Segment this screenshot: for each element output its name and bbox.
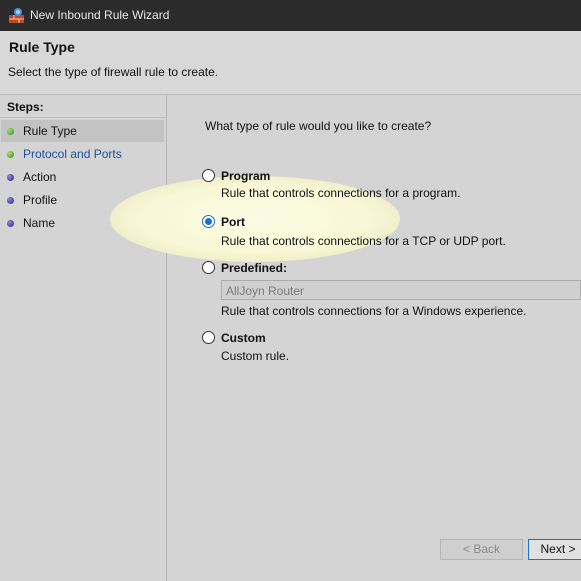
step-label: Name (23, 216, 56, 230)
steps-heading-bar: Steps: (0, 95, 166, 118)
port-option-description: Rule that controls connections for a TCP… (221, 234, 506, 248)
predefined-rule-value: AllJoyn Router (226, 284, 305, 298)
program-option-label[interactable]: Program (221, 169, 270, 183)
port-radio[interactable] (202, 215, 215, 228)
window-titlebar[interactable]: New Inbound Rule Wizard (0, 0, 581, 31)
predefined-option-description: Rule that controls connections for a Win… (221, 304, 527, 318)
step-rule-type[interactable]: Rule Type (1, 120, 164, 142)
program-option-description: Rule that controls connections for a pro… (221, 186, 461, 200)
rule-type-question: What type of rule would you like to crea… (205, 119, 432, 133)
predefined-rule-select[interactable]: AllJoyn Router (221, 280, 581, 300)
predefined-option-label[interactable]: Predefined: (221, 261, 287, 275)
step-label: Protocol and Ports (23, 147, 122, 161)
back-button[interactable]: < Back (440, 539, 523, 560)
step-label: Action (23, 170, 57, 184)
step-label: Rule Type (23, 124, 77, 138)
step-pending-icon (7, 197, 14, 204)
step-pending-icon (7, 174, 14, 181)
steps-heading: Steps: (7, 100, 44, 114)
firewall-wizard-icon (9, 8, 24, 23)
port-option-label[interactable]: Port (221, 215, 245, 229)
step-label: Profile (23, 193, 58, 207)
custom-option-description: Custom rule. (221, 349, 290, 363)
predefined-radio[interactable] (202, 261, 215, 274)
next-button[interactable]: Next > (528, 539, 581, 560)
step-protocol-and-ports[interactable]: Protocol and Ports (1, 143, 164, 165)
window-title: New Inbound Rule Wizard (30, 8, 170, 22)
step-complete-icon (7, 128, 14, 135)
steps-panel: Steps: Rule Type Protocol and Ports Acti… (0, 95, 167, 581)
step-action[interactable]: Action (1, 166, 164, 188)
page-title: Rule Type (9, 39, 75, 55)
step-complete-icon (7, 151, 14, 158)
custom-option-label[interactable]: Custom (221, 331, 266, 345)
program-radio[interactable] (202, 169, 215, 182)
custom-radio[interactable] (202, 331, 215, 344)
step-pending-icon (7, 220, 14, 227)
wizard-header: Rule Type Select the type of firewall ru… (0, 31, 581, 95)
page-subtitle: Select the type of firewall rule to crea… (8, 65, 219, 79)
